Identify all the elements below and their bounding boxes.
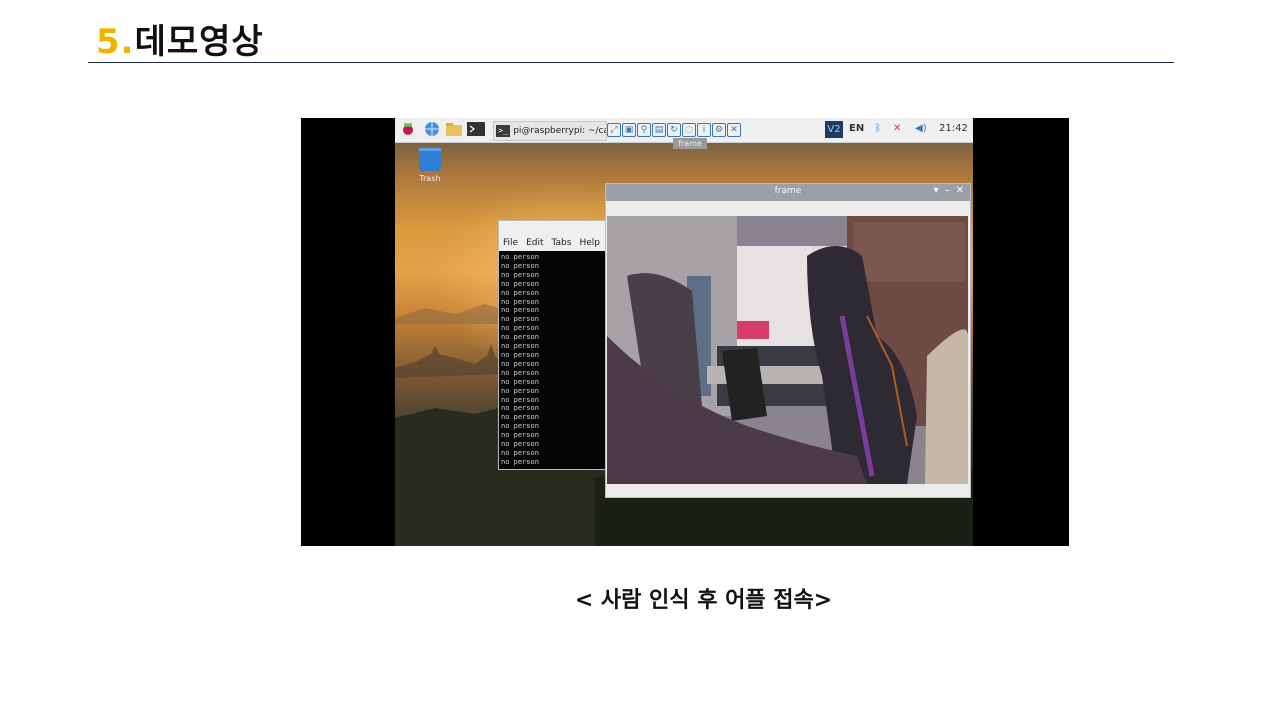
terminal-line: no person <box>501 350 539 359</box>
terminal-line: no person <box>501 377 539 386</box>
terminal-output: no person no person no person no person no p… <box>499 251 607 469</box>
terminal-line: no person <box>501 315 539 324</box>
view-icon[interactable]: ▤ <box>652 122 666 137</box>
volume-icon[interactable]: ◀) <box>915 123 927 134</box>
pin-icon[interactable]: ⚲ <box>637 122 651 137</box>
terminal-line: no person <box>501 270 539 279</box>
terminal-line: no person <box>501 440 539 449</box>
close-icon[interactable]: ✕ <box>727 122 741 137</box>
settings-icon[interactable]: ⚙ <box>712 122 726 137</box>
terminal-line: no person <box>501 324 539 333</box>
fullscreen-icon[interactable]: ⤢ <box>607 122 621 137</box>
slide-number: 5. <box>96 22 135 62</box>
raspberry-menu-icon[interactable] <box>399 121 417 137</box>
slide-title-text: 데모영상 <box>134 22 264 62</box>
terminal-line: no person <box>501 457 539 466</box>
menu-edit[interactable]: Edit <box>526 238 543 248</box>
trash-label: Trash <box>419 174 441 183</box>
info-icon[interactable]: i <box>697 122 711 137</box>
chat-icon[interactable]: ◌ <box>682 122 696 137</box>
terminal-icon: >_ <box>496 125 511 137</box>
terminal-line: no person <box>501 279 539 288</box>
raspberry-pi-desktop: >_ pi@raspberrypi: ~/ca... ⤢ ▣ ⚲ ▤ ↻ ◌ i… <box>395 118 973 546</box>
slide-caption: < 사람 인식 후 어플 접속> <box>574 588 833 613</box>
terminal-line: no person <box>501 368 539 377</box>
bluetooth-icon[interactable]: ᛒ <box>875 123 881 134</box>
window-drag-preview: frame <box>673 138 707 149</box>
terminal-line: no person <box>501 448 539 457</box>
terminal-line: no person <box>501 359 539 368</box>
terminal-task-label: pi@raspberrypi: ~/ca... <box>513 126 606 136</box>
trash-desktop-item[interactable]: Trash <box>415 148 445 183</box>
demo-video[interactable]: >_ pi@raspberrypi: ~/ca... ⤢ ▣ ⚲ ▤ ↻ ◌ i… <box>301 118 1069 546</box>
terminal-line: no person <box>501 288 539 297</box>
terminal-icon[interactable] <box>467 121 485 137</box>
terminal-line: no person <box>501 297 539 306</box>
terminal-menubar: File Edit Tabs Help <box>499 221 607 251</box>
terminal-line: no person <box>501 386 539 395</box>
title-divider <box>88 62 1174 63</box>
scale-icon[interactable]: ▣ <box>622 122 636 137</box>
terminal-line: no person <box>501 431 539 440</box>
menu-help[interactable]: Help <box>579 238 600 248</box>
file-manager-icon[interactable] <box>445 121 463 137</box>
frame-titlebar[interactable]: frame ▾ – ✕ <box>606 184 970 201</box>
camera-scene <box>607 216 968 484</box>
terminal-line: no person <box>501 395 539 404</box>
window-menu-icon[interactable]: ▾ <box>934 185 939 196</box>
close-icon[interactable]: ✕ <box>956 185 964 196</box>
terminal-line: no person <box>501 306 539 315</box>
network-disconnected-icon[interactable]: ✕ <box>893 123 901 134</box>
terminal-line: no person <box>501 404 539 413</box>
frame-title: frame <box>774 186 802 196</box>
language-indicator[interactable]: EN <box>849 123 864 134</box>
clock: 21:42 <box>939 123 968 134</box>
minimize-icon[interactable]: – <box>945 185 950 196</box>
slide-title: 5.데모영상 <box>96 14 264 63</box>
terminal-line: no person <box>501 422 539 431</box>
trash-icon <box>419 148 441 171</box>
terminal-line: no person <box>501 253 539 261</box>
terminal-line: no person <box>501 413 539 422</box>
refresh-icon[interactable]: ↻ <box>667 122 681 137</box>
vnc-toolbar: ⤢ ▣ ⚲ ▤ ↻ ◌ i ⚙ ✕ <box>607 120 759 139</box>
camera-frame <box>607 216 968 484</box>
vnc-tray-icon[interactable]: V2 <box>825 121 843 138</box>
menu-tabs[interactable]: Tabs <box>552 238 572 248</box>
terminal-line: no person <box>501 261 539 270</box>
terminal-line: no person <box>501 342 539 351</box>
web-browser-icon[interactable] <box>423 121 441 137</box>
terminal-line: no person <box>501 333 539 342</box>
terminal-window[interactable]: File Edit Tabs Help no person no person no… <box>498 220 608 470</box>
frame-window[interactable]: frame ▾ – ✕ <box>605 183 971 498</box>
menu-file[interactable]: File <box>503 238 518 248</box>
terminal-taskbar-button[interactable]: >_ pi@raspberrypi: ~/ca... <box>493 121 607 141</box>
